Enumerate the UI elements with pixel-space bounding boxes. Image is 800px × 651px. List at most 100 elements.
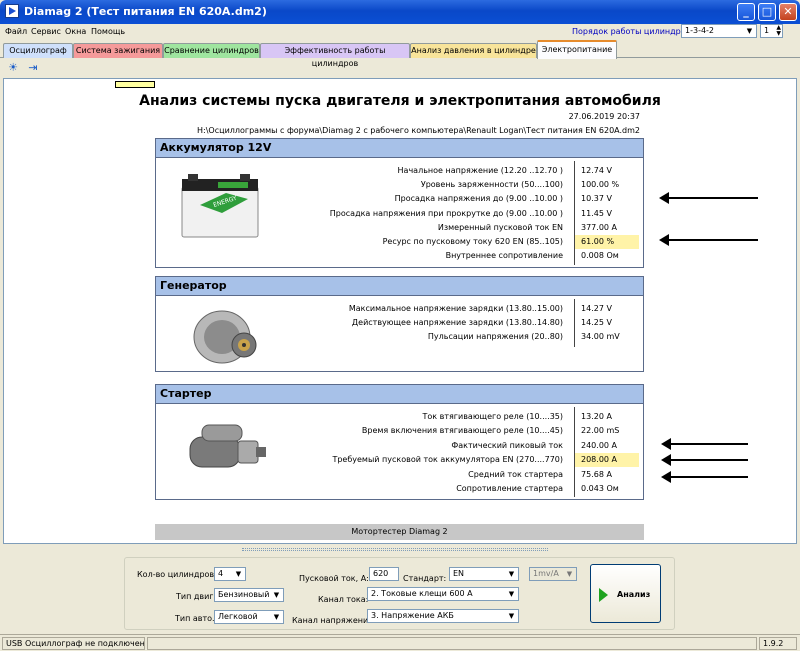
row-label: Пульсации напряжения (20..80) bbox=[427, 332, 563, 341]
row-label: Ресурс по пусковому току 620 EN (85..105… bbox=[382, 237, 563, 246]
tab-cylinder-efficiency[interactable]: Эффективность работы цилиндров bbox=[260, 43, 410, 68]
window-title: Diamag 2 (Тест питания EN 620A.dm2) bbox=[24, 5, 267, 18]
close-button[interactable]: ✕ bbox=[779, 3, 797, 21]
cylinder-order-value: 1-3-4-2 bbox=[685, 26, 715, 35]
row-label: Просадка напряжения при прокрутке до (9.… bbox=[329, 209, 563, 218]
row-label: Максимальное напряжение зарядки (13.80..… bbox=[348, 304, 563, 313]
car-type-value: Легковой bbox=[218, 612, 258, 621]
starter-row: Средний ток стартера 75.68 A bbox=[156, 468, 645, 482]
generator-row: Максимальное напряжение зарядки (13.80..… bbox=[156, 302, 645, 316]
battery-row: Просадка напряжения при прокрутке до (9.… bbox=[156, 207, 645, 221]
start-current-input[interactable]: 620 bbox=[369, 567, 399, 581]
report-footer: Мотортестер Diamag 2 bbox=[155, 524, 644, 540]
starter-row: Требуемый пусковой ток аккумулятора EN (… bbox=[156, 453, 645, 467]
chevron-down-icon: ▼ bbox=[235, 570, 242, 578]
car-type-select[interactable]: Легковой ▼ bbox=[214, 610, 284, 624]
starter-section: Стартер Ток втягивающего реле (10....35)… bbox=[155, 384, 644, 500]
tab-power-supply[interactable]: Электропитание bbox=[537, 40, 617, 59]
start-current-value: 620 bbox=[373, 569, 389, 578]
run-icon[interactable]: ☀ bbox=[5, 60, 21, 76]
tab-bar: Осциллограф Система зажигания Сравнение … bbox=[0, 40, 800, 68]
row-label: Требуемый пусковой ток аккумулятора EN (… bbox=[332, 455, 563, 464]
row-value: 22.00 mS bbox=[581, 426, 620, 435]
row-label: Средний ток стартера bbox=[468, 470, 563, 479]
standard-select[interactable]: EN ▼ bbox=[449, 567, 519, 581]
battery-row: Измеренный пусковой ток EN 377.00 A bbox=[156, 221, 645, 235]
starter-row: Сопротивление стартера 0.043 Ом bbox=[156, 482, 645, 496]
arrow-annotation bbox=[659, 234, 758, 246]
row-label: Ток втягивающего реле (10....35) bbox=[422, 412, 563, 421]
battery-row: Просадка напряжения до (9.00 ..10.00 ) 10… bbox=[156, 192, 645, 206]
generator-row: Действующее напряжение зарядки (13.80..1… bbox=[156, 316, 645, 330]
current-channel-select[interactable]: 2. Токовые клещи 600 А ▼ bbox=[367, 587, 519, 601]
toolbar: ☀ ⇥ bbox=[0, 58, 800, 78]
cylinders-value: 4 bbox=[218, 569, 224, 578]
row-value: 34.00 mV bbox=[581, 332, 620, 341]
voltage-channel-label: Канал напряжения: bbox=[292, 616, 376, 625]
tab-pressure-analysis[interactable]: Анализ давления в цилиндре bbox=[410, 43, 537, 58]
tab-ignition[interactable]: Система зажигания bbox=[73, 43, 163, 58]
starter-row: Ток втягивающего реле (10....35) 13.20 A bbox=[156, 410, 645, 424]
car-type-label: Тип авто.: bbox=[175, 614, 218, 623]
generator-section: Генератор Максимальное напряжение зарядк… bbox=[155, 276, 644, 372]
battery-row: Начальное напряжение (12.20 ..12.70 ) 12.… bbox=[156, 164, 645, 178]
minimize-button[interactable]: _ bbox=[737, 3, 755, 21]
cylinder-spin[interactable]: 1 ▲ ▼ bbox=[760, 24, 783, 38]
report-title: Анализ системы пуска двигателя и электро… bbox=[139, 93, 661, 109]
current-channel-label: Канал тока: bbox=[318, 595, 369, 604]
arrow-annotation bbox=[661, 454, 748, 466]
title-bar: Diamag 2 (Тест питания EN 620A.dm2) _ □ … bbox=[0, 0, 800, 24]
menu-help[interactable]: Помощь bbox=[91, 27, 125, 36]
battery-section: Аккумулятор 12V ENERGY Начальное напряже… bbox=[155, 138, 644, 268]
cylinder-spin-value: 1 bbox=[764, 26, 770, 35]
maximize-button[interactable]: □ bbox=[758, 3, 776, 21]
chevron-down-icon: ▼ bbox=[746, 27, 753, 35]
arrow-annotation bbox=[659, 192, 758, 204]
analyze-button[interactable]: Анализ bbox=[590, 564, 661, 623]
row-value: 240.00 A bbox=[581, 441, 618, 450]
battery-header: Аккумулятор 12V bbox=[156, 139, 643, 158]
row-label: Действующее напряжение зарядки (13.80..1… bbox=[351, 318, 563, 327]
chevron-down-icon: ▼ bbox=[566, 570, 573, 578]
cylinder-order-select[interactable]: 1-3-4-2 ▼ bbox=[681, 24, 757, 38]
standard-label: Стандарт: bbox=[403, 574, 447, 583]
menu-service[interactable]: Сервис bbox=[31, 27, 61, 36]
voltage-channel-select[interactable]: 3. Напряжение АКБ ▼ bbox=[367, 609, 519, 623]
row-label: Измеренный пусковой ток EN bbox=[437, 223, 563, 232]
engine-type-select[interactable]: Бензиновый ▼ bbox=[214, 588, 284, 602]
arrow-annotation bbox=[661, 438, 748, 450]
chevron-down-icon: ▼ bbox=[508, 590, 515, 598]
starter-row: Фактический пиковый ток 240.00 A bbox=[156, 439, 645, 453]
row-value: 0.008 Ом bbox=[581, 251, 619, 260]
chevron-down-icon: ▼ bbox=[273, 613, 280, 621]
tab-cylinder-compare[interactable]: Сравнение цилиндров bbox=[163, 43, 260, 58]
scale-select[interactable]: 1mv/A ▼ bbox=[529, 567, 577, 581]
menu-windows[interactable]: Окна bbox=[65, 27, 86, 36]
row-label: Уровень заряженности (50....100) bbox=[420, 180, 563, 189]
tab-oscilloscope[interactable]: Осциллограф bbox=[3, 43, 73, 58]
row-value: 0.043 Ом bbox=[581, 484, 619, 493]
row-value: 100.00 % bbox=[581, 180, 620, 189]
spin-arrows-icon[interactable]: ▲ ▼ bbox=[776, 25, 781, 37]
battery-row: Внутреннее сопротивление 0.008 Ом bbox=[156, 249, 645, 263]
row-value-highlighted: 61.00 % bbox=[575, 235, 639, 249]
row-value: 14.27 V bbox=[581, 304, 612, 313]
row-value: 12.74 V bbox=[581, 166, 612, 175]
standard-value: EN bbox=[453, 569, 465, 578]
play-icon bbox=[599, 588, 608, 602]
splitter[interactable] bbox=[0, 546, 800, 552]
status-version: 1.9.2 bbox=[759, 637, 797, 650]
voltage-channel-value: 3. Напряжение АКБ bbox=[371, 611, 454, 620]
engine-type-value: Бензиновый bbox=[218, 590, 270, 599]
splitter-grip[interactable] bbox=[242, 548, 548, 551]
cylinders-select[interactable]: 4 ▼ bbox=[214, 567, 246, 581]
start-current-label: Пусковой ток, А: bbox=[299, 574, 369, 583]
engine-type-label: Тип двиг.: bbox=[176, 592, 219, 601]
row-value: 13.20 A bbox=[581, 412, 612, 421]
export-icon[interactable]: ⇥ bbox=[25, 60, 41, 76]
menu-file[interactable]: Файл bbox=[5, 27, 27, 36]
row-value-highlighted: 208.00 A bbox=[575, 453, 639, 467]
row-label: Время включения втягивающего реле (10...… bbox=[361, 426, 563, 435]
row-value: 10.37 V bbox=[581, 194, 612, 203]
row-label: Фактический пиковый ток bbox=[451, 441, 563, 450]
